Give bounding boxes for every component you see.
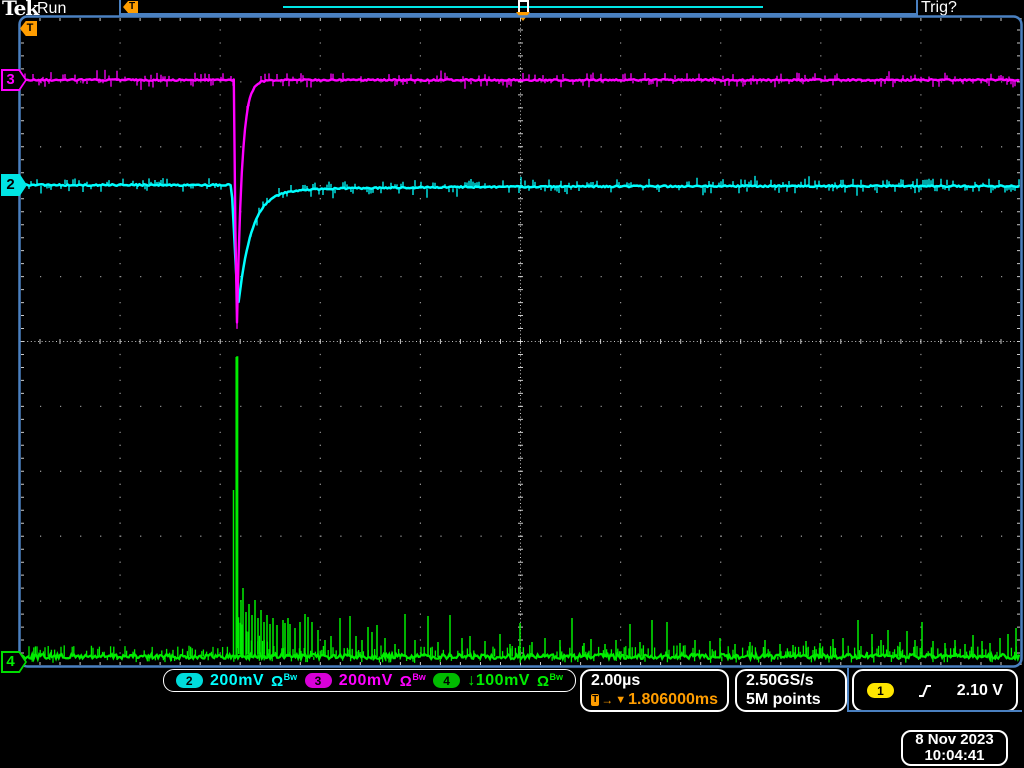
delay-value: 1.806000ms (628, 691, 718, 708)
ch2-position-marker[interactable]: 2 (1, 174, 27, 196)
channel-4-scale: ↓100mV (467, 671, 530, 689)
trigger-level-value: 2.10 V (956, 681, 1003, 699)
channel-3-readout[interactable]: 3 200mV ΩBw (304, 671, 426, 690)
acquisition-readout[interactable]: 2.50GS/s 5M points (735, 669, 847, 712)
divider (847, 668, 849, 712)
channel-2-coupling: ΩBw (271, 671, 298, 690)
date-value: 8 Nov 2023 (915, 731, 994, 748)
menu-bar: SaveScreen ImageSaveWaveformSaveSetupRec… (0, 713, 1024, 768)
channel-readout-bar[interactable]: 2 200mV ΩBw 3 200mV ΩBw 4 ↓100mV ΩBw (163, 669, 576, 692)
channel-4-badge[interactable]: 4 (433, 673, 461, 688)
ch4-position-marker[interactable]: 4 (1, 651, 27, 673)
triangle-down-icon: ▼ (615, 694, 627, 706)
trigger-t-icon: T (591, 694, 600, 706)
channel-4-coupling: ΩBw (536, 671, 563, 690)
ch3-position-marker[interactable]: 3 (1, 69, 27, 91)
delay-readout: T → ▼ 1.806000ms (591, 691, 718, 709)
record-length: 5M points (746, 691, 821, 708)
timebase-readout[interactable]: 2.00µs T → ▼ 1.806000ms (580, 669, 729, 712)
scope-graticule (18, 15, 1023, 668)
channel-2-readout[interactable]: 2 200mV ΩBw (176, 672, 297, 690)
arrow-right-icon: → (601, 693, 614, 707)
trigger-source-badge: 1 (867, 683, 894, 698)
time-value: 10:04:41 (924, 747, 985, 764)
channel-2-badge[interactable]: 2 (176, 673, 203, 688)
channel-3-coupling: ΩBw (399, 671, 426, 690)
timebase-scale: 2.00µs (591, 672, 641, 689)
oscilloscope-screen: Tek Run Trig? T T 3 2 4 2 200mV ΩBw 3 200mV Ω… (0, 0, 1024, 768)
channel-3-badge[interactable]: 3 (304, 673, 332, 688)
channel-4-readout[interactable]: 4 ↓100mV ΩBw (433, 672, 563, 690)
channel-3-scale: 200mV (338, 671, 393, 689)
channel-2-scale: 200mV (210, 671, 265, 689)
rising-edge-icon (919, 684, 932, 697)
clock-display: 8 Nov 2023 10:04:41 (901, 730, 1008, 766)
sample-rate: 2.50GS/s (746, 672, 814, 689)
trigger-readout[interactable]: 1 2.10 V (852, 669, 1018, 712)
divider (847, 710, 1022, 712)
